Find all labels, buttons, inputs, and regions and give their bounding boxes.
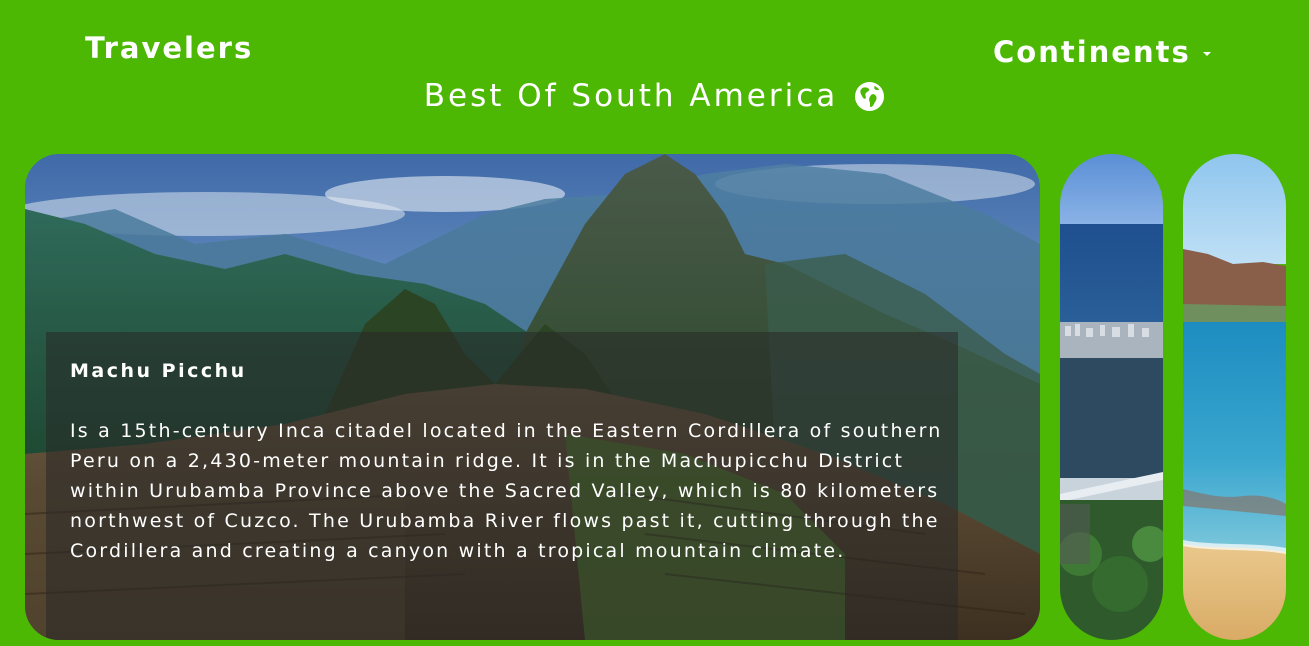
coastal-city-photo (1060, 154, 1163, 640)
beach-photo (1183, 154, 1286, 640)
subtitle-text: Best Of South America (423, 78, 839, 114)
globe-americas-icon (854, 81, 885, 112)
destination-title: Machu Picchu (70, 360, 247, 382)
destination-info-panel: Machu Picchu Is a 15th-century Inca cita… (46, 332, 958, 640)
featured-destination-card[interactable]: Machu Picchu Is a 15th-century Inca cita… (25, 154, 1040, 640)
continents-label: Continents (993, 35, 1191, 69)
destination-card-thumb-2[interactable] (1183, 154, 1286, 640)
page-subtitle: Best Of South America (0, 78, 1309, 114)
caret-down-icon (1202, 52, 1211, 56)
destination-card-thumb-1[interactable] (1060, 154, 1163, 640)
continents-dropdown[interactable]: Continents (993, 35, 1211, 69)
destination-description: Is a 15th-century Inca citadel located i… (70, 420, 943, 562)
page: Travelers Continents Best Of South Ameri… (0, 0, 1309, 646)
brand-logo-text[interactable]: Travelers (85, 31, 253, 65)
